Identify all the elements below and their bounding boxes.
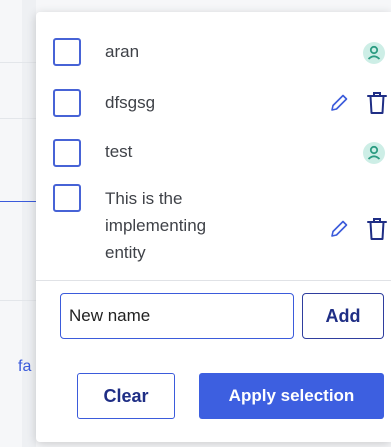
entity-label: aran — [105, 42, 140, 61]
entity-checkbox[interactable] — [53, 184, 81, 212]
new-name-input[interactable] — [60, 293, 294, 339]
clear-button[interactable]: Clear — [77, 373, 175, 419]
entity-label: test — [105, 142, 133, 161]
trash-icon[interactable] — [366, 91, 388, 114]
background-column — [22, 0, 36, 447]
entity-checkbox[interactable] — [53, 38, 81, 66]
entity-label: dfsgsg — [105, 93, 156, 112]
entity-selection-dropdown: aran dfsgsg test This is the implementin… — [36, 12, 391, 442]
pencil-icon[interactable] — [328, 92, 350, 114]
background-accent-line — [0, 201, 40, 202]
add-button[interactable]: Add — [302, 293, 384, 339]
page: fa aran dfsgsg test This is the implemen… — [0, 0, 391, 447]
entity-label: This is the implementing entity — [105, 189, 207, 262]
divider — [36, 280, 391, 281]
trash-icon[interactable] — [366, 217, 388, 240]
pencil-icon[interactable] — [328, 218, 350, 240]
entity-checkbox[interactable] — [53, 139, 81, 167]
user-icon — [363, 142, 385, 164]
entity-checkbox[interactable] — [53, 89, 81, 117]
apply-selection-button[interactable]: Apply selection — [199, 373, 384, 419]
user-icon — [363, 42, 385, 64]
background-text-fragment: fa — [18, 358, 32, 375]
